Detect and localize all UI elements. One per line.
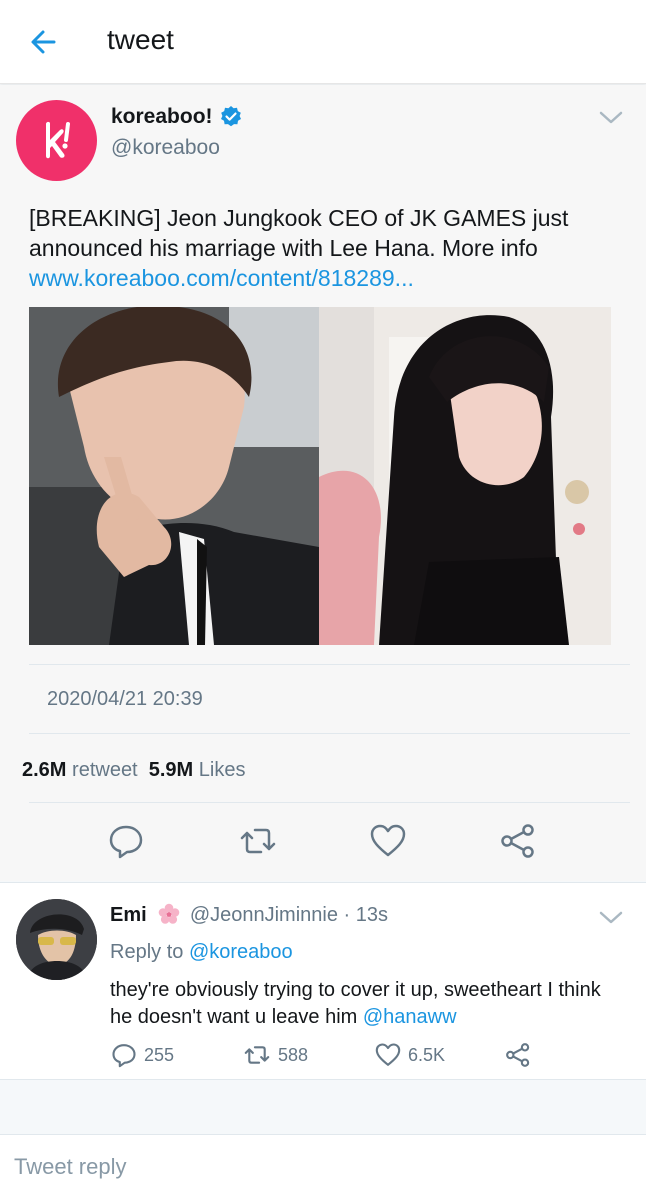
reply-avatar[interactable] [16, 899, 97, 980]
top-bar: tweet [0, 0, 646, 84]
cherry-blossom-icon [158, 903, 180, 924]
back-button[interactable] [24, 22, 64, 62]
reply-body: they're obviously trying to cover it up,… [110, 979, 601, 1028]
page-title: tweet [107, 24, 174, 55]
heart-icon [375, 1043, 401, 1066]
divider [29, 733, 630, 734]
share-icon [506, 1043, 530, 1067]
speech-bubble-icon [112, 1044, 136, 1068]
reply-replies-count: 255 [144, 1044, 175, 1065]
reply-replies-button[interactable]: 255 [110, 1041, 174, 1069]
divider [29, 802, 630, 803]
reply-text: they're obviously trying to cover it up,… [110, 977, 620, 1031]
tweet-reply-input[interactable] [14, 1147, 614, 1187]
reply-header: Emi @JeonnJiminnie · 13s [110, 903, 388, 927]
koreaboo-avatar[interactable] [16, 100, 97, 181]
reply-author-name[interactable]: Emi [110, 904, 147, 926]
arrow-left-icon [31, 30, 56, 54]
compose-bar [0, 1134, 646, 1200]
reply-handle-time[interactable]: @JeonnJiminnie · 13s [190, 904, 388, 926]
divider [29, 664, 630, 665]
main-tweet: koreaboo! @koreaboo [BREAKING] Jeon Jung… [0, 85, 646, 881]
reply-to-handle[interactable]: @koreaboo [189, 941, 293, 963]
photo-woman-long-hair[interactable] [319, 307, 611, 645]
tweet-timestamp: 2020/04/21 20:39 [47, 688, 203, 710]
reply-retweets-count: 588 [278, 1044, 309, 1065]
tweet-media[interactable] [29, 307, 611, 645]
retweet-label[interactable]: retweet [72, 759, 138, 781]
chevron-down-icon[interactable] [598, 909, 624, 927]
tweet-stats: 2.6M retweet 5.9M Likes [22, 759, 245, 782]
photo-man-in-suit[interactable] [29, 307, 319, 645]
author-handle[interactable]: @koreaboo [111, 136, 220, 160]
tweet-text: [BREAKING] Jeon Jungkook CEO of JK GAMES… [29, 203, 629, 293]
share-icon[interactable] [498, 821, 538, 861]
chevron-down-icon[interactable] [598, 109, 624, 127]
tweet-body: [BREAKING] Jeon Jungkook CEO of JK GAMES… [29, 205, 569, 261]
likes-label[interactable]: Likes [199, 759, 246, 781]
reply-share-button[interactable] [504, 1041, 538, 1069]
retweet-icon[interactable] [238, 821, 278, 861]
reply-retweets-button[interactable]: 588 [242, 1041, 308, 1069]
retweet-icon [244, 1046, 270, 1064]
reply-mention[interactable]: @hanaww [363, 1006, 457, 1028]
reply-likes-button[interactable]: 6.5K [374, 1041, 445, 1069]
avatar-photo [16, 899, 97, 980]
likes-count[interactable]: 5.9M [149, 759, 193, 781]
author-name[interactable]: koreaboo! [111, 105, 213, 129]
reply-to-line: Reply to @koreaboo [110, 941, 293, 964]
koreaboo-logo-icon [46, 121, 70, 159]
verified-badge-icon [221, 106, 241, 127]
reply-likes-count: 6.5K [408, 1044, 446, 1065]
reply-tweet: Emi @JeonnJiminnie · 13s Reply to @korea… [0, 882, 646, 1080]
reply-to-prefix: Reply to [110, 941, 189, 963]
heart-icon[interactable] [368, 821, 408, 861]
retweet-count[interactable]: 2.6M [22, 759, 66, 781]
tweet-link[interactable]: www.koreaboo.com/content/818289... [29, 265, 414, 291]
speech-bubble-icon[interactable] [106, 821, 146, 861]
